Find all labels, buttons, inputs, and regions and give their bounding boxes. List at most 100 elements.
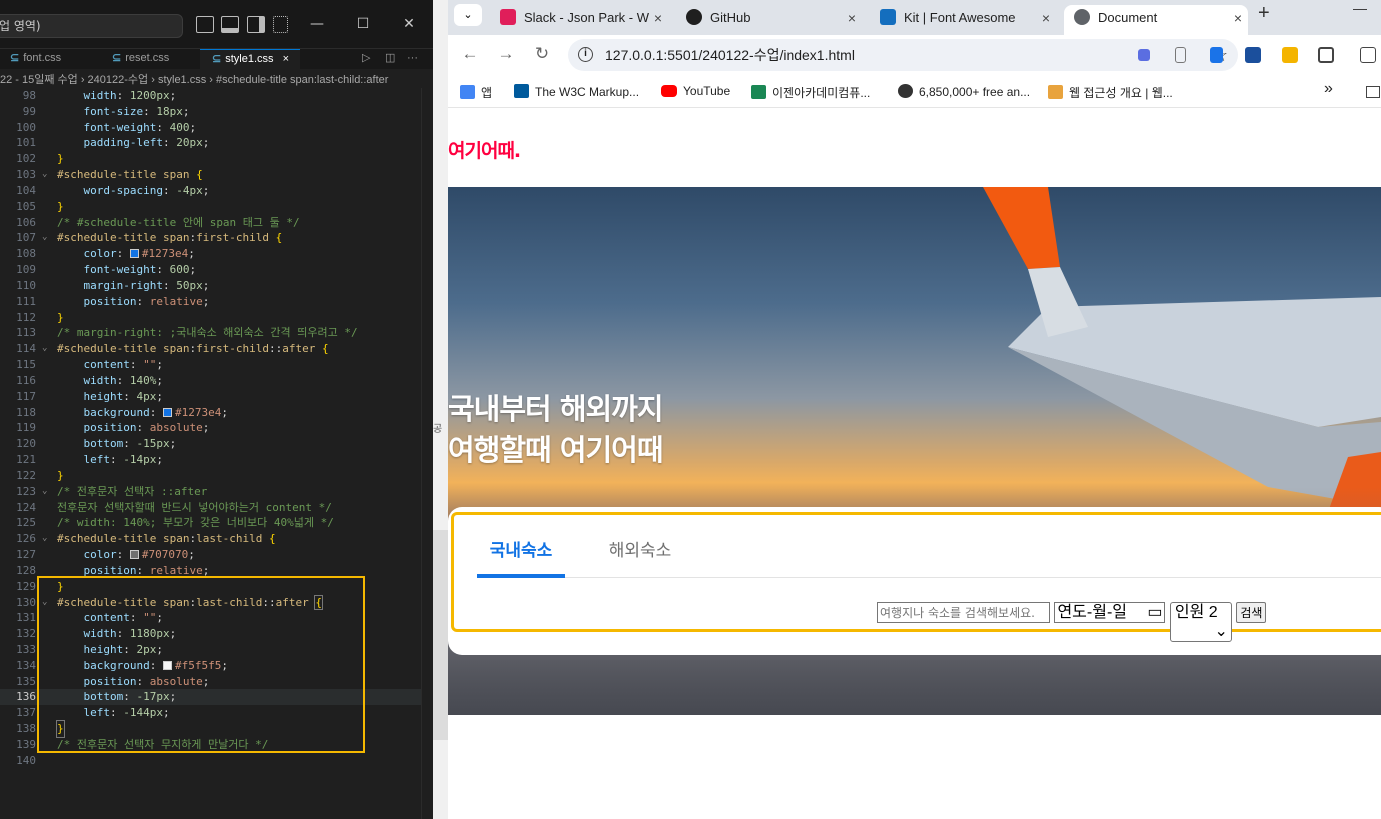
extensions-puzzle-icon[interactable] [1318, 47, 1334, 63]
line-number: 117 [16, 389, 36, 403]
fold-chevron-icon[interactable]: ⌄ [42, 484, 47, 500]
code-line: 108 color: #1273e4; [0, 246, 421, 262]
code-line: 122} [0, 468, 421, 484]
code-line: 118 background: #1273e4; [0, 405, 421, 421]
toggle-secondary-sidebar-icon[interactable] [247, 16, 265, 33]
bookmark-apps[interactable]: 앱 [460, 84, 492, 101]
line-number: 133 [16, 642, 36, 656]
command-center-search[interactable]: 업 영역) [0, 14, 183, 38]
all-bookmarks-folder-icon[interactable] [1366, 86, 1380, 98]
code-line: 109 font-weight: 600; [0, 262, 421, 278]
line-number: 111 [16, 294, 36, 308]
new-tab-icon[interactable]: + [1258, 2, 1270, 25]
code-line: 102} [0, 151, 421, 167]
close-tab-icon[interactable]: × [1042, 5, 1050, 31]
split-editor-icon[interactable]: ◫ [385, 49, 399, 69]
reload-icon[interactable]: ↻ [530, 44, 554, 64]
people-select[interactable]: 인원 2 ⌄ [1169, 602, 1232, 642]
color-swatch-icon[interactable] [129, 550, 139, 560]
forward-arrow-icon[interactable]: → [494, 44, 518, 64]
close-tab-icon[interactable]: × [848, 5, 856, 31]
browser-tab-font-awesome[interactable]: Kit | Font Awesome × [870, 5, 1056, 35]
bookmark-web-accessibility[interactable]: 웹 접근성 개요 | 웹... [1048, 84, 1173, 101]
extension-icon[interactable] [1282, 47, 1298, 63]
editor-scrollbar[interactable] [421, 88, 433, 819]
fold-chevron-icon[interactable]: ⌄ [42, 230, 47, 246]
css-file-icon: ⊆ [10, 52, 20, 64]
bookmark-w3c[interactable]: The W3C Markup... [514, 84, 639, 99]
tab-style1-css[interactable]: ⊆ style1.css × [200, 49, 300, 69]
run-icon[interactable]: ▷ [362, 49, 376, 69]
line-number: 98 [22, 89, 36, 102]
bookmark-ezen[interactable]: 이젠아카데미컴퓨... [751, 84, 870, 101]
extension-icon[interactable] [1210, 47, 1223, 63]
search-button[interactable]: 검색 [1236, 602, 1267, 624]
background-window-strip: 공 [433, 0, 448, 819]
code-line: 126 ⌄ #schedule-title span:last-child { [0, 531, 421, 547]
line-number: 101 [16, 136, 36, 150]
code-line: 104 word-spacing: -4px; [0, 183, 421, 199]
tab-label: reset.css [125, 52, 170, 64]
screen: 업 영역) — ☐ ✕ ⊆ font.css ⊆ reset.css ⊆ style1… [0, 0, 1381, 819]
breadcrumb[interactable]: 22 - 15일째 수업 › 240122-수업 › style1.css › … [0, 70, 433, 90]
line-number: 121 [16, 453, 36, 467]
code-line: 99 font-size: 18px; [0, 104, 421, 120]
close-tab-icon[interactable]: × [654, 5, 662, 31]
close-tab-icon[interactable]: × [1234, 5, 1242, 31]
extension-icon[interactable] [1138, 49, 1150, 61]
tab-search-chevron-icon[interactable]: ⌄ [454, 4, 482, 26]
line-number: 125 [16, 516, 36, 530]
tab-domestic[interactable]: 국내숙소 [477, 532, 565, 578]
line-number: 124 [16, 500, 36, 514]
line-number: 113 [16, 326, 36, 340]
toggle-panel-icon[interactable] [221, 16, 239, 33]
calendar-icon[interactable]: ▭ [1147, 603, 1162, 622]
flaticon-icon [898, 84, 913, 98]
browser-tab-document[interactable]: Document × [1064, 5, 1248, 35]
close-window-icon[interactable]: ✕ [397, 12, 421, 36]
date-value: 연도-월-일 [1057, 604, 1127, 621]
extension-icon[interactable] [1245, 47, 1261, 63]
side-panel-icon[interactable] [1360, 47, 1376, 63]
bookmark-youtube[interactable]: YouTube [661, 84, 730, 98]
bookmark-label: 이젠아카데미컴퓨... [772, 86, 871, 100]
customize-layout-icon[interactable] [273, 16, 288, 33]
browser-tab-github[interactable]: GitHub × [676, 5, 862, 35]
bookmark-label: YouTube [683, 84, 731, 98]
fold-chevron-icon[interactable]: ⌄ [42, 341, 47, 357]
line-number: 138 [16, 722, 36, 736]
schedule-title: 국내숙소 해외숙소 [477, 532, 1381, 578]
date-input[interactable]: 연도-월-일 ▭ [1054, 602, 1166, 623]
tab-overseas[interactable]: 해외숙소 [607, 532, 673, 578]
line-number: 116 [16, 373, 36, 387]
bookmark-free-icons[interactable]: 6,850,000+ free an... [898, 84, 1030, 99]
destination-search-input[interactable] [877, 602, 1050, 624]
minimize-window-icon[interactable]: — [305, 12, 329, 36]
chevron-down-icon: ⌄ [1214, 623, 1228, 640]
minimize-window-icon[interactable]: — [1353, 0, 1367, 16]
tab-reset-css[interactable]: ⊆ reset.css [100, 49, 200, 69]
more-actions-icon[interactable]: ··· [407, 49, 423, 69]
code-comment: /* 전후문자 선택자 ::after [57, 484, 208, 498]
color-swatch-icon[interactable] [129, 249, 139, 259]
site-logo[interactable]: 여기어때. [448, 136, 521, 163]
fold-chevron-icon[interactable]: ⌄ [42, 167, 47, 183]
line-number: 134 [16, 658, 36, 672]
code-line: 112} [0, 310, 421, 326]
maximize-window-icon[interactable]: ☐ [351, 12, 375, 36]
color-swatch-icon[interactable] [162, 407, 172, 417]
back-arrow-icon[interactable]: ← [458, 44, 482, 64]
close-tab-icon[interactable]: × [283, 53, 289, 65]
toggle-primary-sidebar-icon[interactable] [196, 16, 214, 33]
code-line: 124 전후문자 선택자할때 반드시 넣어야하는거 content */ [0, 500, 421, 516]
device-mode-icon[interactable] [1175, 47, 1186, 63]
code-line: 121 left: -14px; [0, 452, 421, 468]
apps-grid-icon [460, 85, 475, 99]
css-file-icon: ⊆ [112, 52, 122, 64]
site-info-icon[interactable]: i [578, 47, 593, 62]
browser-tab-slack[interactable]: Slack - Json Park - W × [490, 5, 668, 35]
more-bookmarks-icon[interactable]: » [1324, 80, 1333, 98]
fold-chevron-icon[interactable]: ⌄ [42, 531, 47, 547]
tab-font-css[interactable]: ⊆ font.css [0, 49, 100, 69]
line-number: 110 [16, 278, 36, 292]
